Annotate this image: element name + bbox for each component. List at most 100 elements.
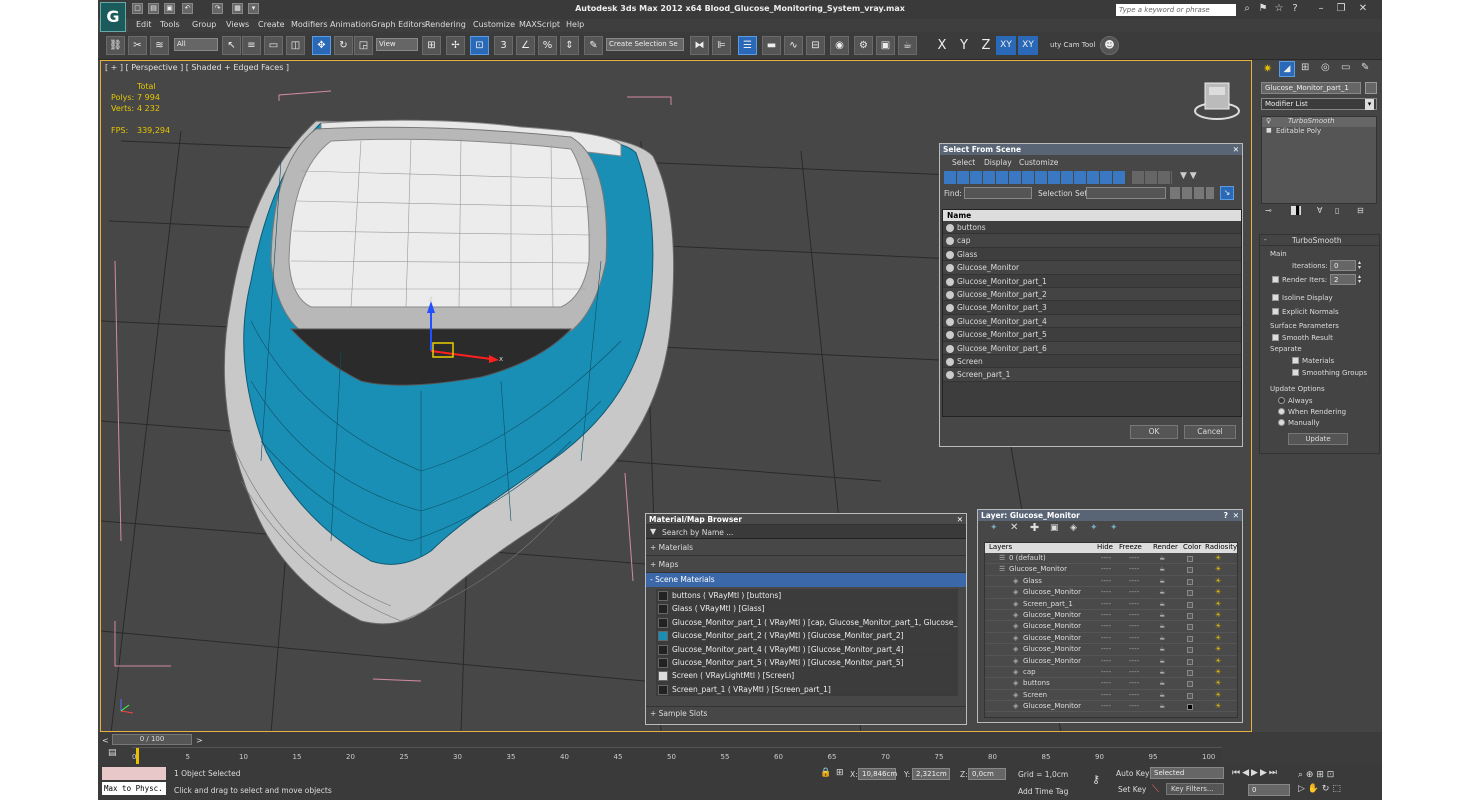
col-render[interactable]: Render [1153,543,1178,551]
render-iters-checkbox[interactable] [1272,276,1279,283]
render-iters-spinner-arrows-icon[interactable]: ▴ ▾ [1358,274,1361,285]
layer-object-row[interactable]: ◈ Glucose_Monitor ---- ---- ☕ ☀ [985,701,1237,713]
timeline-ruler[interactable]: 0 5 10 15 20 25 30 35 40 45 50 55 60 65 70 75 80 85 90 95 10… [132,747,1222,764]
viewport-label[interactable]: [ + ] [ Perspective ] [ Shaded + Edged F… [105,63,289,72]
highlight-layer-icon[interactable]: ◈ [1070,523,1077,533]
align-icon[interactable]: ⊫ [712,36,731,55]
materials-checkbox[interactable] [1292,357,1299,364]
key-icon[interactable]: ⚷ [1092,773,1100,786]
smooth-result-checkbox[interactable] [1272,334,1279,341]
layer-color-swatch[interactable] [1187,578,1193,585]
go-to-end-icon[interactable]: ⏭ [1269,768,1279,778]
menu-graph-editors[interactable]: Graph Editors [371,20,426,29]
filter-options-icon[interactable]: ▼ ▼ [1180,171,1208,184]
render-teapot-icon[interactable]: ☕ [1159,553,1165,564]
delete-layer-icon[interactable]: ✕ [1010,522,1018,533]
group-scene-materials[interactable]: - Scene Materials [646,573,966,587]
edit-named-selection-icon[interactable]: ✎ [584,36,603,55]
layer-color-swatch[interactable] [1187,647,1193,654]
group-sample-slots[interactable]: + Sample Slots [646,706,966,719]
manually-radio[interactable] [1278,419,1285,426]
col-color[interactable]: Color [1183,543,1201,551]
modifier-list-dropdown[interactable]: Modifier List ▾ [1261,98,1377,110]
layer-color-swatch[interactable] [1187,601,1193,608]
snap-toggle-icon[interactable]: 3 [494,36,513,55]
browser-close-icon[interactable]: ✕ [957,514,963,525]
motion-tab-icon[interactable]: ◎ [1321,62,1330,73]
menu-rendering[interactable]: Rendering [425,20,466,29]
rollout-title[interactable]: TurboSmooth [1292,236,1342,245]
scene-menu-customize[interactable]: Customize [1019,158,1058,167]
layer-color-swatch[interactable] [1187,556,1193,562]
dialog-close-icon[interactable]: ✕ [1233,144,1239,155]
material-item[interactable]: Glucose_Monitor_part_4 ( VRayMtl ) [Gluc… [656,642,958,656]
help-icon[interactable]: ? [1288,3,1302,15]
expand-icon[interactable]: ■ [1266,127,1272,134]
spinner-snap-icon[interactable]: ⇕ [560,36,579,55]
layer-color-swatch[interactable] [1187,681,1193,688]
layer-object-row[interactable]: ◈ Glucose_Monitor ---- ---- ☕ ☀ [985,644,1237,656]
hide-dashes[interactable]: ---- [1101,633,1111,644]
rollout-collapse-icon[interactable]: - [1264,236,1267,244]
rect-selection-icon[interactable]: ▭ [264,36,283,55]
hide-dashes[interactable]: ---- [1101,690,1111,701]
open-icon[interactable]: ▤ [148,3,159,14]
scene-list-item[interactable]: Glucose_Monitor_part_2 [943,287,1241,302]
zoom-extents-icon[interactable]: ⊞ [1316,770,1324,780]
material-editor-icon[interactable]: ◉ [830,36,849,55]
layer-color-swatch[interactable] [1187,624,1193,631]
search-icon[interactable]: ⌕ [1240,3,1254,15]
layer-object-row[interactable]: ◈ Glucose_Monitor ---- ---- ☕ ☀ [985,610,1237,622]
scene-list-item[interactable]: Glucose_Monitor_part_6 [943,341,1241,355]
layer-row[interactable]: ☰ 0 (default) ---- ---- ☕ ☀ [985,553,1237,565]
freeze-dashes[interactable]: ---- [1129,701,1139,712]
col-hide[interactable]: Hide [1097,543,1113,551]
freeze-dashes[interactable]: ---- [1129,621,1139,632]
stack-item-editable-poly[interactable]: Editable Poly [1276,127,1321,135]
scene-menu-display[interactable]: Display [984,158,1012,167]
lock-selection-icon[interactable]: 🔒 [820,768,831,778]
material-item[interactable]: Glass ( VRayMtl ) [Glass] [656,602,958,616]
hide-dashes[interactable]: ---- [1101,587,1111,598]
render-setup-icon[interactable]: ⚙ [854,36,873,55]
perspective-viewport[interactable]: z x [ + ] [ Perspective ] [ Shaded + Edg… [100,60,1252,732]
auto-key-button[interactable]: Auto Key [1116,769,1149,778]
cam-tool-icon[interactable]: ☻ [1100,36,1119,55]
material-item[interactable]: Glucose_Monitor_part_2 ( VRayMtl ) [Gluc… [656,629,958,643]
unlink-icon[interactable]: ✂ [128,36,147,55]
hide-dashes[interactable]: ---- [1101,701,1111,712]
angle-snap-icon[interactable]: ∠ [516,36,535,55]
radiosity-icon[interactable]: ☀ [1215,576,1221,587]
render-production-icon[interactable]: ☕ [898,36,917,55]
isoline-checkbox[interactable] [1272,294,1279,301]
hide-dashes[interactable]: ---- [1101,553,1111,564]
layer-object-row[interactable]: ◈ buttons ---- ---- ☕ ☀ [985,678,1237,690]
pan-icon[interactable]: ✋ [1308,784,1319,794]
menu-customize[interactable]: Customize [473,20,515,29]
material-item[interactable]: Screen ( VRayLightMtl ) [Screen] [656,669,958,683]
layer-color-swatch[interactable] [1187,704,1193,711]
render-teapot-icon[interactable]: ☕ [1159,621,1165,632]
scene-list-item[interactable]: cap [943,234,1241,248]
material-browser-title[interactable]: Material/Map Browser ✕ [646,514,966,525]
render-teapot-icon[interactable]: ☕ [1159,678,1165,689]
object-name-input[interactable]: Glucose_Monitor_part_1 [1261,82,1361,94]
freeze-dashes[interactable]: ---- [1129,564,1139,575]
material-item[interactable]: Glucose_Monitor_part_5 ( VRayMtl ) [Gluc… [656,655,958,670]
layer-row[interactable]: ☰ Glucose_Monitor ---- ---- ☕ ☀ [985,564,1237,576]
hide-dashes[interactable]: ---- [1101,678,1111,689]
radiosity-icon[interactable]: ☀ [1215,610,1221,621]
render-teapot-icon[interactable]: ☕ [1159,576,1165,587]
bind-spacewarp-icon[interactable]: ≋ [150,36,169,55]
layer-object-row[interactable]: ◈ Screen ---- ---- ☕ ☀ [985,690,1237,702]
freeze-dashes[interactable]: ---- [1129,576,1139,587]
hide-dashes[interactable]: ---- [1101,621,1111,632]
zoom-icon[interactable]: ⌕ [1298,770,1303,780]
show-end-result-icon[interactable]: ▐ [1291,206,1302,215]
time-slider-right-icon[interactable]: > [196,736,203,745]
menu-edit[interactable]: Edit [136,20,152,29]
radiosity-icon[interactable]: ☀ [1215,621,1221,632]
layer-color-swatch[interactable] [1187,692,1193,699]
group-maps[interactable]: + Maps [646,556,966,573]
render-teapot-icon[interactable]: ☕ [1159,701,1165,712]
